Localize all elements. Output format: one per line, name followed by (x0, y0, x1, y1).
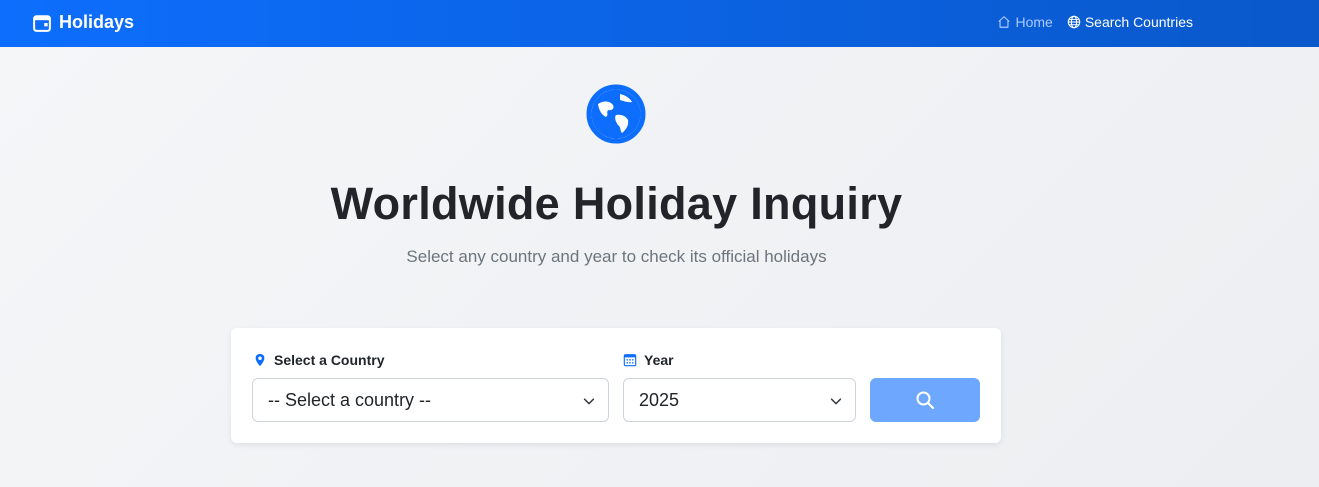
year-select[interactable]: 2025 (623, 378, 856, 422)
year-label-text: Year (644, 352, 674, 368)
year-label: Year (623, 352, 674, 368)
globe-americas-icon (586, 84, 646, 144)
country-select[interactable]: -- Select a country -- (252, 378, 609, 422)
navbar: Holidays Home Search Countries (0, 0, 1319, 47)
nav-link-home[interactable]: Home (997, 14, 1053, 30)
nav-link-search-countries[interactable]: Search Countries (1067, 14, 1193, 30)
nav-link-search-countries-label: Search Countries (1084, 14, 1193, 30)
house-icon (997, 15, 1011, 29)
year-select-value: 2025 (639, 389, 680, 410)
brand-link[interactable]: Holidays (33, 12, 134, 33)
brand-label: Holidays (59, 12, 135, 32)
search-icon (915, 390, 935, 410)
search-button[interactable] (870, 378, 980, 422)
country-label: Select a Country (253, 352, 384, 368)
country-select-value: -- Select a country -- (268, 389, 432, 410)
page-title: Worldwide Holiday Inquiry (330, 178, 903, 229)
search-card: Select a Country -- Select a country -- … (231, 328, 1001, 443)
chevron-down-icon (829, 394, 843, 408)
globe-icon (1067, 15, 1081, 29)
chevron-down-icon (582, 394, 596, 408)
calendar-icon (33, 14, 51, 32)
calendar-grid-icon (623, 353, 637, 367)
nav-links: Home Search Countries (997, 14, 1193, 30)
page-subtitle: Select any country and year to check its… (406, 247, 827, 266)
country-label-text: Select a Country (274, 352, 385, 368)
nav-link-home-label: Home (1015, 14, 1053, 30)
map-pin-icon (253, 353, 267, 367)
